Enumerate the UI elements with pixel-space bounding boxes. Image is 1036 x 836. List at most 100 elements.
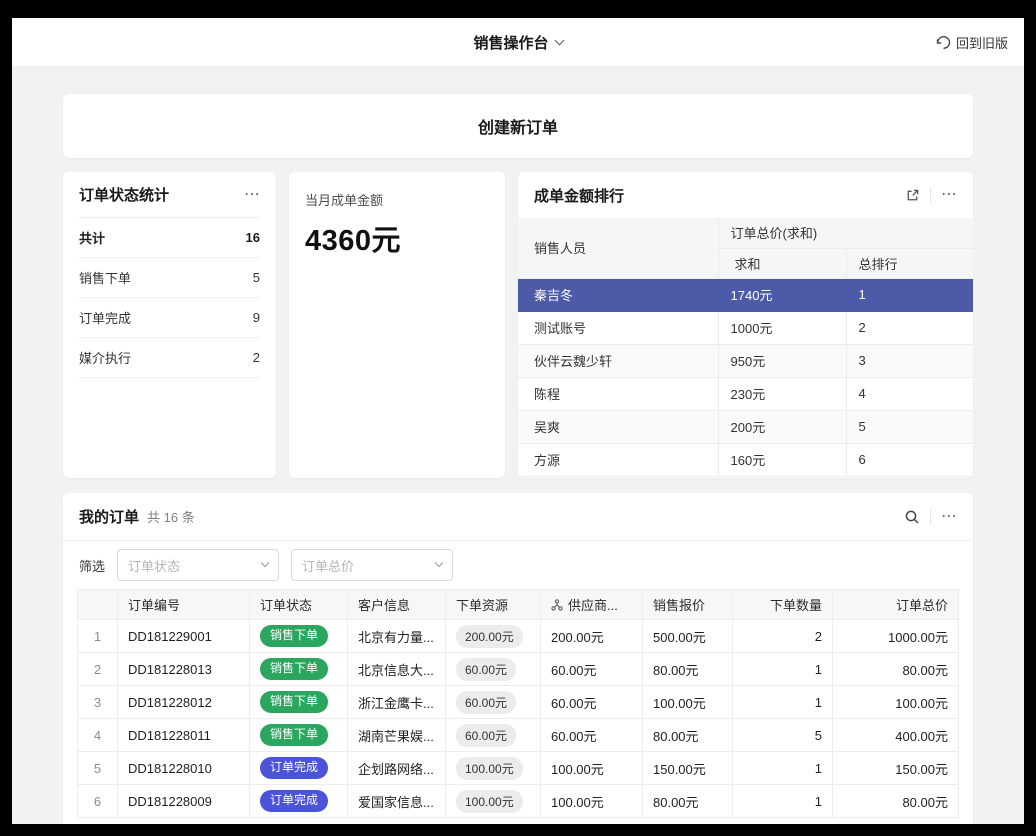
salesperson-name: 方源: [518, 443, 718, 476]
order-sum: 1740元: [718, 278, 846, 311]
salesperson-name: 吴爽: [518, 410, 718, 443]
page-title: 销售操作台: [473, 32, 548, 53]
status-badge: 销售下单: [260, 658, 328, 680]
rank-number: 5: [846, 410, 973, 443]
divider: [930, 188, 931, 202]
ranking-row[interactable]: 陈程 230元 4: [518, 377, 973, 410]
order-row[interactable]: 1 DD181229001 销售下单 北京有力量... 200.00元 200.…: [78, 620, 959, 653]
order-qty: 1: [733, 752, 833, 785]
col-qty[interactable]: 下单数量: [733, 590, 833, 620]
order-row[interactable]: 4 DD181228011 销售下单 湖南芒果娱... 60.00元 60.00…: [78, 719, 959, 752]
customer-info: 浙江金鹰卡...: [348, 686, 446, 719]
order-row[interactable]: 6 DD181228009 订单完成 爱国家信息... 100.00元 100.…: [78, 785, 959, 818]
resource-pill: 60.00元: [456, 724, 516, 747]
order-status-cell: 销售下单: [250, 686, 348, 719]
row-number: 4: [78, 719, 118, 752]
ranking-col-rank: 总排行: [846, 248, 973, 278]
order-sum: 230元: [718, 377, 846, 410]
ranking-row[interactable]: 测试账号 1000元 2: [518, 311, 973, 344]
order-row[interactable]: 3 DD181228012 销售下单 浙江金鹰卡... 60.00元 60.00…: [78, 686, 959, 719]
dashboard-cards: 订单状态统计 ⋯ 共计 16 销售下单 5 订单完成 9 媒介执行 2: [63, 172, 973, 478]
more-menu-icon[interactable]: ⋯: [941, 187, 957, 203]
col-order-no[interactable]: 订单编号: [118, 590, 250, 620]
supplier-price: 200.00元: [541, 620, 643, 653]
col-resource[interactable]: 下单资源: [446, 590, 541, 620]
ranking-card: 成单金额排行 ⋯: [518, 172, 973, 478]
ranking-col-sum: 求和: [718, 248, 846, 278]
rotate-ccw-icon: [936, 35, 951, 50]
more-menu-icon[interactable]: ⋯: [244, 187, 260, 203]
order-sum: 200元: [718, 410, 846, 443]
col-supplier[interactable]: 供应商...: [541, 590, 643, 620]
top-bar: 销售操作台 回到旧版: [12, 18, 1024, 66]
my-orders-card: 我的订单 共 16 条 ⋯ 筛选 订单状态: [63, 493, 973, 824]
orders-count: 共 16 条: [147, 507, 195, 526]
stat-row: 媒介执行 2: [79, 338, 260, 378]
order-status-cell: 订单完成: [250, 785, 348, 818]
order-total: 150.00元: [833, 752, 959, 785]
resource-pill: 60.00元: [456, 691, 516, 714]
rank-number: 2: [846, 311, 973, 344]
monthly-amount-card: 当月成单金额 4360元: [289, 172, 505, 478]
ranking-header-actions: ⋯: [905, 187, 957, 203]
row-number: 1: [78, 620, 118, 653]
rank-number: 1: [846, 278, 973, 311]
order-status-card: 订单状态统计 ⋯ 共计 16 销售下单 5 订单完成 9 媒介执行 2: [63, 172, 276, 478]
order-qty: 2: [733, 620, 833, 653]
col-status[interactable]: 订单状态: [250, 590, 348, 620]
ranking-row[interactable]: 吴爽 200元 5: [518, 410, 973, 443]
resource-cell: 60.00元: [446, 686, 541, 719]
ranking-card-title: 成单金额排行: [534, 185, 624, 206]
ranking-row[interactable]: 方源 160元 6: [518, 443, 973, 476]
orders-table-header: 订单编号 订单状态 客户信息 下单资源 供应商...: [78, 590, 959, 620]
order-qty: 1: [733, 785, 833, 818]
customer-info: 爱国家信息...: [348, 785, 446, 818]
col-customer[interactable]: 客户信息: [348, 590, 446, 620]
order-row[interactable]: 2 DD181228013 销售下单 北京信息大... 60.00元 60.00…: [78, 653, 959, 686]
stat-value: 16: [246, 230, 260, 245]
order-sum: 1000元: [718, 311, 846, 344]
order-no: DD181228010: [118, 752, 250, 785]
stat-row-total: 共计 16: [79, 218, 260, 258]
order-status-filter[interactable]: 订单状态: [117, 549, 279, 581]
more-menu-icon[interactable]: ⋯: [941, 509, 957, 525]
status-badge: 销售下单: [260, 724, 328, 746]
salesperson-name: 秦吉冬: [518, 278, 718, 311]
customer-info: 企划路网络...: [348, 752, 446, 785]
filter-label: 筛选: [79, 556, 105, 575]
stat-value: 5: [253, 270, 260, 285]
sales-quote: 80.00元: [643, 785, 733, 818]
orders-card-header: 我的订单 共 16 条 ⋯: [63, 493, 973, 541]
resource-pill: 200.00元: [456, 625, 523, 648]
rank-number: 6: [846, 443, 973, 476]
status-badge: 销售下单: [260, 625, 328, 647]
create-order-button[interactable]: 创建新订单: [63, 94, 973, 158]
ranking-row-selected[interactable]: 秦吉冬 1740元 1: [518, 278, 973, 311]
stat-label: 订单完成: [79, 308, 131, 327]
filter-row: 筛选 订单状态 订单总价: [63, 541, 973, 589]
col-total[interactable]: 订单总价: [833, 590, 959, 620]
stat-value: 2: [253, 350, 260, 365]
search-icon[interactable]: [904, 509, 920, 525]
row-number: 2: [78, 653, 118, 686]
orders-title-wrap: 我的订单 共 16 条: [79, 506, 195, 527]
order-row[interactable]: 5 DD181228010 订单完成 企划路网络... 100.00元 100.…: [78, 752, 959, 785]
resource-pill: 60.00元: [456, 658, 516, 681]
external-link-icon[interactable]: [905, 188, 920, 203]
resource-pill: 100.00元: [456, 790, 523, 813]
order-total-filter[interactable]: 订单总价: [291, 549, 453, 581]
order-status-cell: 订单完成: [250, 752, 348, 785]
ranking-table: 销售人员 订单总价(求和) 求和 总排行 秦吉冬 1740元 1: [518, 218, 973, 477]
row-number: 5: [78, 752, 118, 785]
col-quote[interactable]: 销售报价: [643, 590, 733, 620]
workspace-switcher[interactable]: 销售操作台: [473, 32, 562, 53]
order-no: DD181228011: [118, 719, 250, 752]
customer-info: 湖南芒果娱...: [348, 719, 446, 752]
ranking-row[interactable]: 伙伴云魏少轩 950元 3: [518, 344, 973, 377]
sales-quote: 100.00元: [643, 686, 733, 719]
filter-placeholder: 订单总价: [302, 556, 354, 575]
order-no: DD181228012: [118, 686, 250, 719]
app-window: 销售操作台 回到旧版 创建新订单 订单状态统计 ⋯ 共计: [12, 18, 1024, 824]
orders-table: 订单编号 订单状态 客户信息 下单资源 供应商...: [77, 589, 959, 818]
back-to-old-version-button[interactable]: 回到旧版: [936, 33, 1008, 52]
